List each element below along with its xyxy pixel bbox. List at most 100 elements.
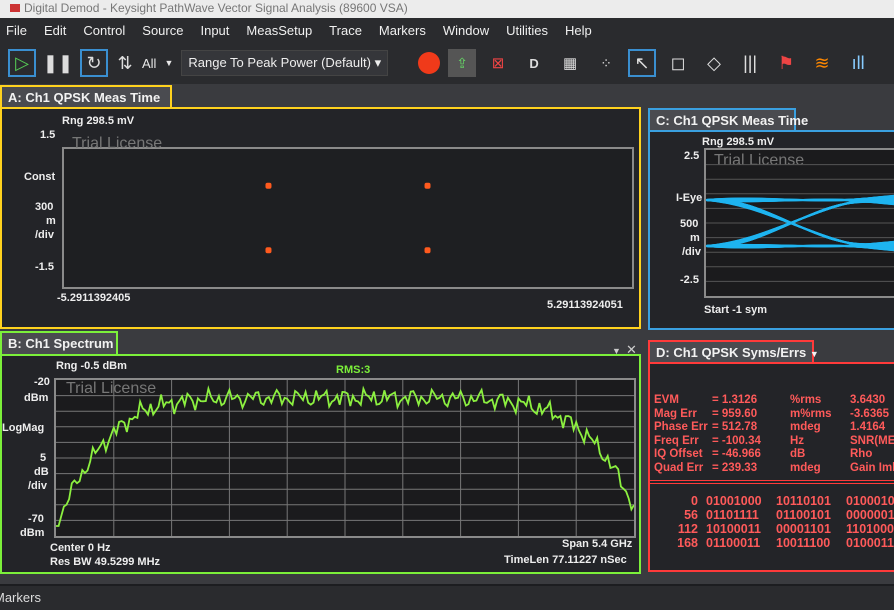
symbol-bits: 01001000 — [706, 494, 762, 508]
menu-help[interactable]: Help — [565, 23, 592, 38]
error-value: = 959.60 — [712, 407, 758, 420]
panel-b-format: LogMag — [2, 422, 45, 434]
panel-b-y-top: -20 — [34, 376, 50, 388]
symbol-bits: 10110101 — [776, 494, 831, 508]
panel-b-y-bottom-unit: dBm — [20, 527, 45, 539]
constellation-point — [265, 182, 272, 189]
panel-c-start: Start -1 sym — [704, 304, 767, 316]
markers-bar[interactable]: Markers — [0, 586, 894, 610]
play-icon[interactable]: ▷ — [8, 49, 36, 77]
time-length: TimeLen 77.11227 nSec — [504, 554, 627, 566]
error-extra: SNR(ME — [850, 434, 894, 447]
symbol-index: 112 — [677, 522, 698, 536]
title-bar: Digital Demod - Keysight PathWave Vector… — [0, 0, 894, 18]
error-unit: mdeg — [790, 421, 821, 433]
menu-utilities[interactable]: Utilities — [506, 23, 548, 38]
divider — [650, 480, 894, 484]
zoom-box-icon[interactable]: ◻ — [664, 49, 692, 77]
menu-window[interactable]: Window — [443, 23, 489, 38]
panel-c-eye: Rng 298.5 mV 2.5 I-Eye 500 m /div -2.5 T… — [648, 130, 894, 330]
panel-a-scale: 300 — [35, 201, 54, 213]
symbol-bits: 01101111 — [706, 508, 759, 522]
error-name: Freq Err — [654, 434, 699, 447]
error-unit: Hz — [790, 434, 805, 447]
error-extra: Rho — [850, 448, 873, 460]
panel-b-y-top-unit: dBm — [24, 392, 49, 404]
panel-c-y-bottom: -2.5 — [680, 274, 699, 286]
panel-c-format: I-Eye — [676, 192, 703, 204]
chevron-down-icon[interactable]: ▼ — [164, 58, 173, 68]
menu-meassetup[interactable]: MeasSetup — [246, 23, 312, 38]
resolution-bandwidth: Res BW 49.5299 MHz — [50, 556, 161, 568]
symbol-bits: 10011100 — [776, 536, 831, 550]
error-name: Mag Err — [654, 407, 697, 420]
record-icon[interactable] — [418, 52, 441, 74]
marker-flag-icon[interactable]: ⚑ — [772, 49, 800, 77]
d-layout-icon[interactable]: D — [520, 49, 548, 77]
window-title: Digital Demod - Keysight PathWave Vector… — [24, 1, 408, 15]
grid-layout-icon[interactable]: ▦ — [556, 49, 584, 77]
pointer-icon[interactable]: ↖ — [628, 49, 657, 77]
error-unit: m%rms — [790, 407, 832, 420]
error-extra: 3.6430 — [850, 394, 886, 406]
pause-icon[interactable]: ❚❚ — [43, 49, 73, 77]
symbol-index: 0 — [691, 494, 698, 508]
range-mode-select[interactable]: Range To Peak Power (Default) ▾ — [181, 50, 389, 76]
error-value: = 1.3126 — [712, 394, 758, 406]
span: Span 5.4 GHz — [562, 538, 633, 550]
spectrum-plot[interactable]: Trial License — [54, 378, 636, 538]
panel-c-scale-unit: m — [690, 232, 700, 244]
tab-panel-b[interactable]: B: Ch1 Spectrum — [0, 331, 118, 356]
eye-svg — [706, 164, 894, 282]
panel-a-scale-div: /div — [35, 229, 54, 241]
tile-icon[interactable]: ⁘ — [592, 49, 620, 77]
error-unit: %rms — [790, 394, 822, 406]
menu-markers[interactable]: Markers — [379, 23, 426, 38]
error-unit: dB — [790, 448, 806, 460]
all-dropdown[interactable]: All — [142, 56, 156, 71]
error-value: = 239.33 — [712, 461, 758, 474]
menu-trace[interactable]: Trace — [329, 23, 362, 38]
panel-a-y-top: 1.5 — [40, 129, 56, 141]
error-name: Quad Err — [654, 461, 704, 474]
eye-diagram-plot[interactable]: Trial License — [704, 148, 894, 298]
menu-file[interactable]: File — [6, 23, 27, 38]
spectrogram-icon[interactable]: ≋ — [808, 49, 836, 77]
panel-c-y-top: 2.5 — [684, 150, 700, 162]
constellation-svg — [265, 182, 431, 254]
symbol-bits: 0100010 — [846, 494, 894, 508]
error-value: = 512.78 — [712, 421, 758, 433]
panel-a-scale-unit: m — [46, 215, 56, 227]
delete-recording-icon[interactable]: ⊠ — [484, 49, 512, 77]
menu-bar: File Edit Control Source Input MeasSetup… — [0, 18, 894, 42]
restart-icon[interactable]: ↻ — [80, 49, 108, 77]
menu-input[interactable]: Input — [200, 23, 229, 38]
error-unit: mdeg — [790, 461, 821, 474]
menu-source[interactable]: Source — [142, 23, 183, 38]
panel-a-format: Const — [24, 171, 56, 183]
panel-c-range: Rng 298.5 mV — [702, 136, 775, 148]
panel-d-title: D: Ch1 QPSK Syms/Errs — [656, 345, 807, 360]
menu-control[interactable]: Control — [83, 23, 125, 38]
panel-b-spectrum: Rng -0.5 dBm RMS:3 -20 dBm LogMag 5 dB /… — [0, 354, 641, 574]
center-frequency: Center 0 Hz — [50, 542, 111, 554]
panel-d-symbols-errors: EVM = 1.3126 %rms 3.6430 Mag Err = 959.60 m%rm… — [648, 362, 894, 572]
error-value: = -100.34 — [712, 434, 761, 447]
app-icon — [10, 4, 20, 12]
autorange-icon[interactable]: ⇅ — [116, 49, 134, 77]
symbol-bits: 10100011 — [706, 522, 761, 536]
error-name: IQ Offset — [654, 448, 703, 460]
panel-b-scale-unit: dB — [34, 466, 49, 478]
menu-edit[interactable]: Edit — [44, 23, 66, 38]
marker-diamond-icon[interactable]: ◇ — [700, 49, 728, 77]
recall-icon[interactable]: ⇪ — [448, 49, 477, 77]
chevron-down-icon[interactable]: ▼ — [810, 349, 819, 359]
toolbar: ▷ ❚❚ ↻ ⇅ All ▼ Range To Peak Power (Defau… — [0, 42, 894, 84]
band-markers-icon[interactable]: ||| — [736, 49, 764, 77]
markers-label: Markers — [0, 590, 41, 605]
symbol-bits: 0000001 — [846, 508, 894, 522]
constellation-plot[interactable]: Trial License — [62, 135, 634, 289]
waterfall-icon[interactable]: ıll — [844, 49, 872, 77]
panel-a-constellation: Rng 298.5 mV 1.5 Const 300 m /div -1.5 T… — [0, 107, 641, 329]
panel-b-scale: 5 — [40, 452, 47, 464]
